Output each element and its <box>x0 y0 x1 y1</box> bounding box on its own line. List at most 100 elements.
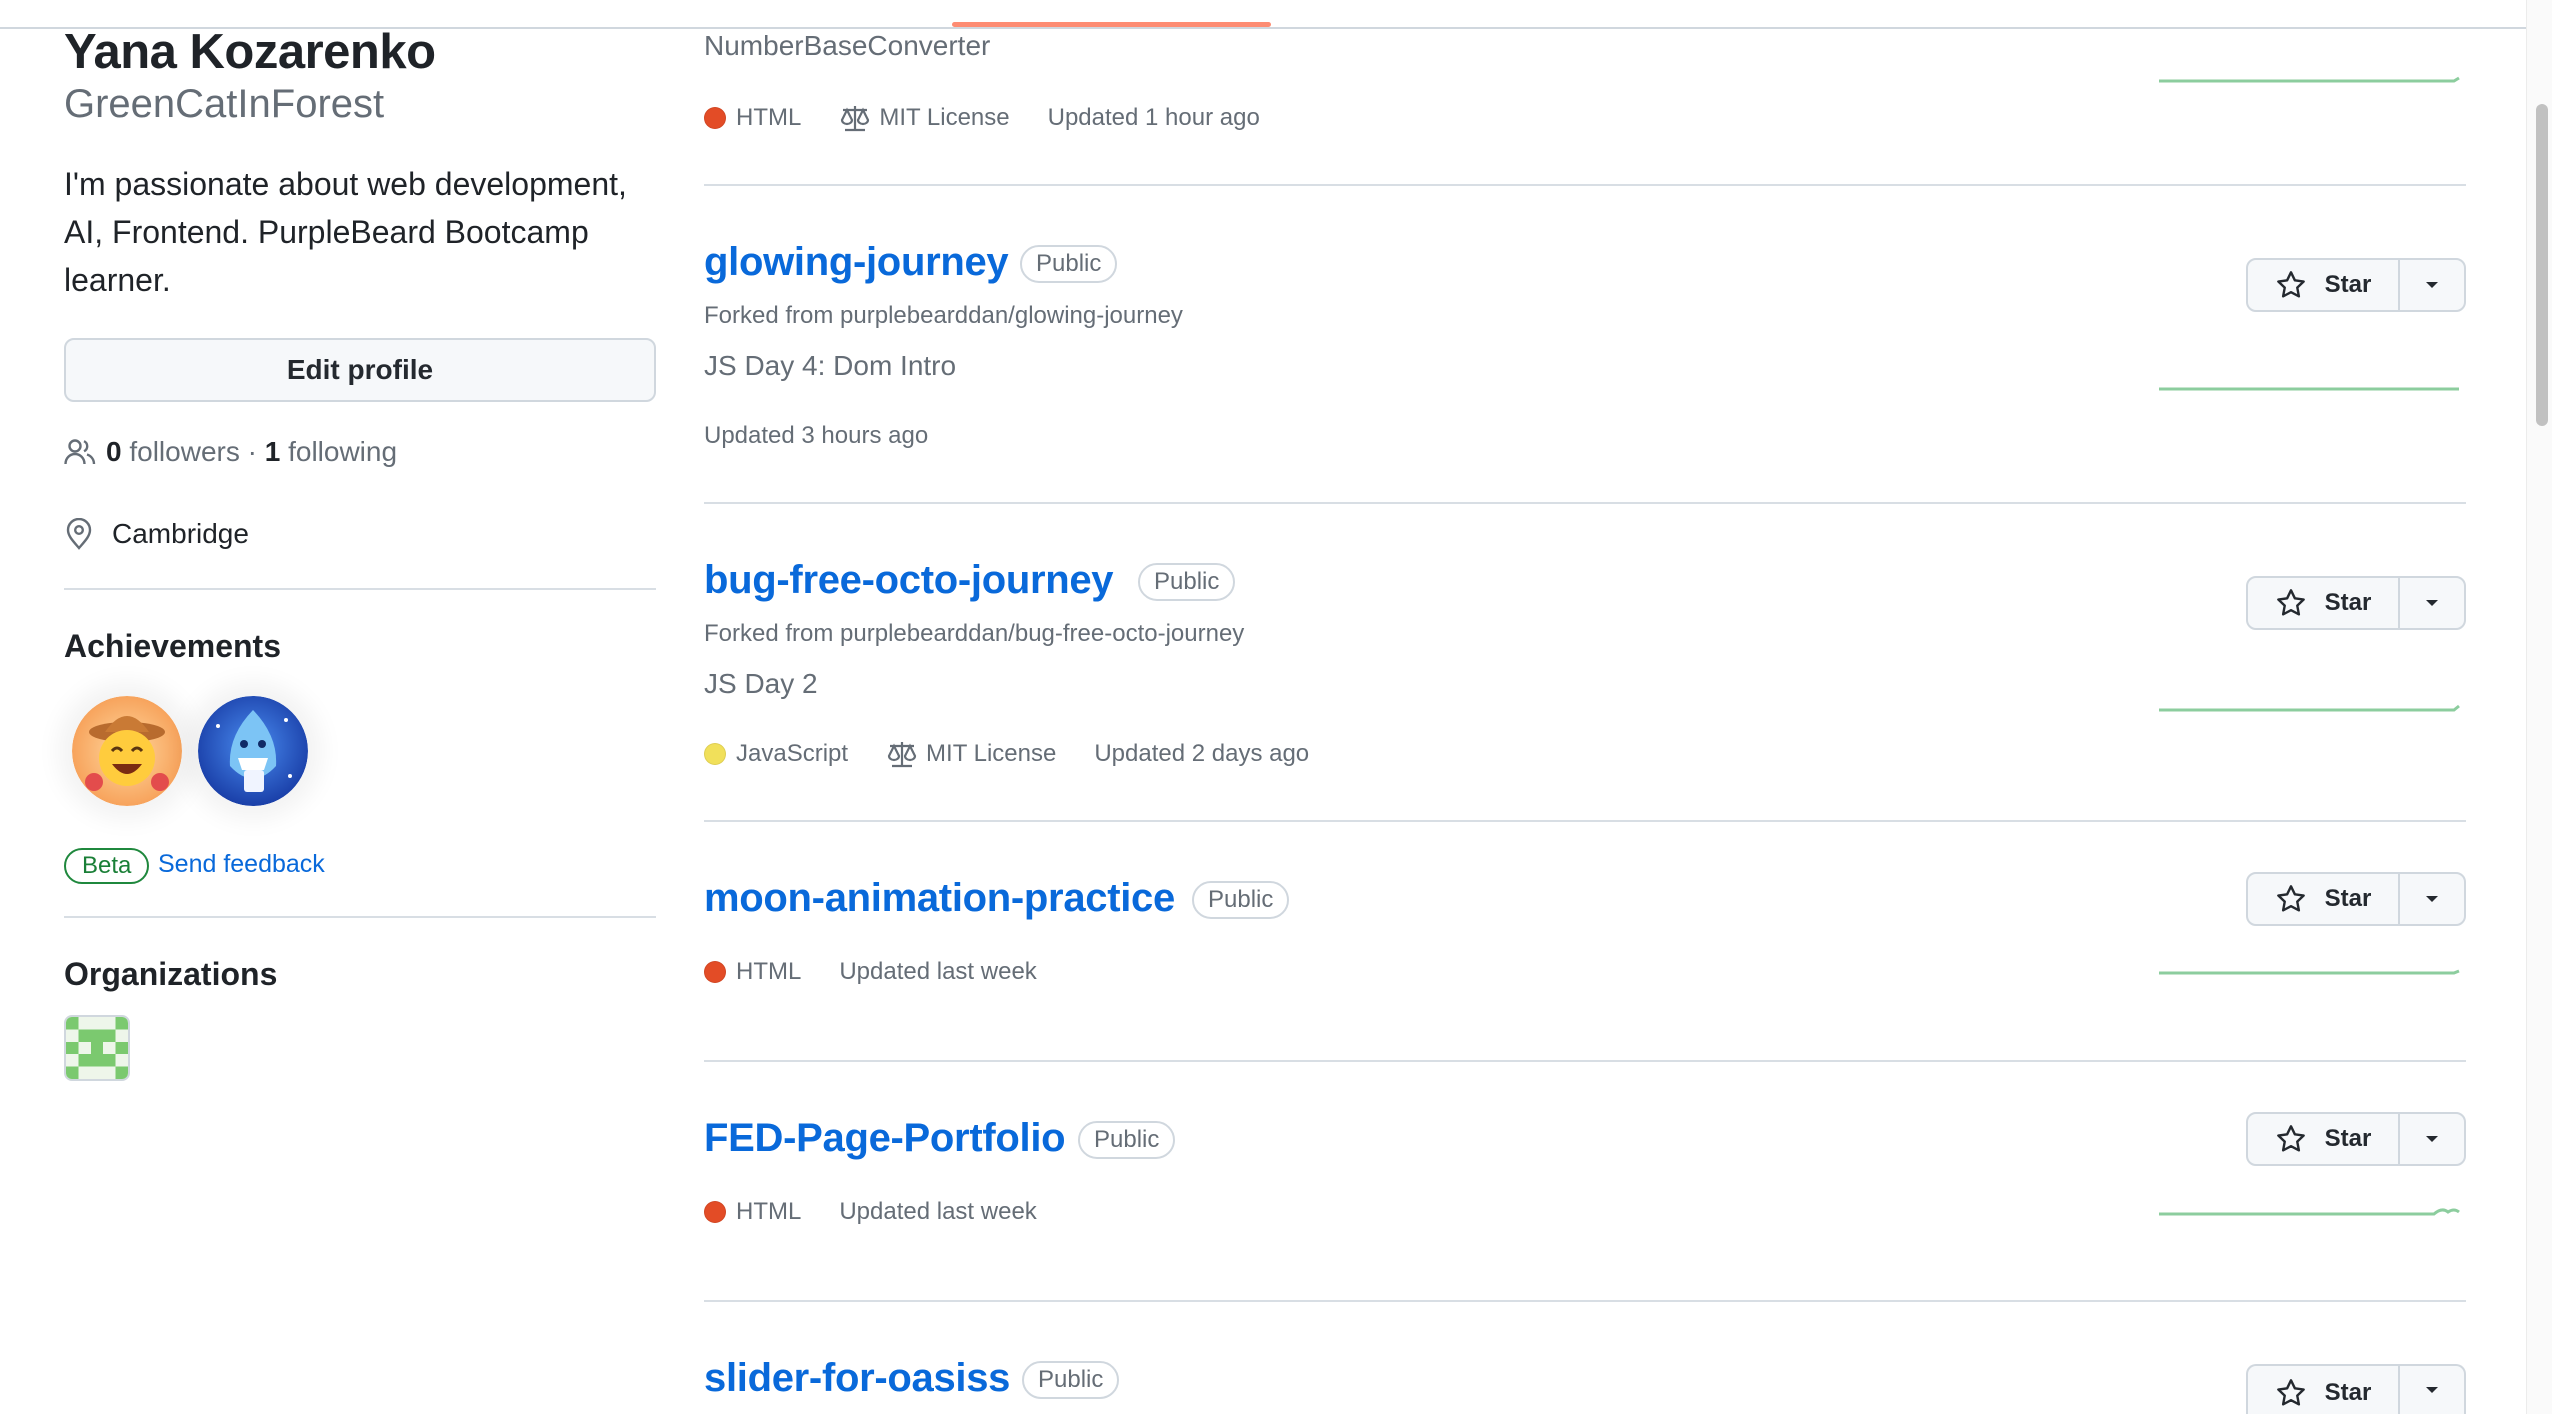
star-button[interactable]: Star <box>2248 1366 2400 1414</box>
followers-link[interactable]: 0 followers <box>106 436 240 468</box>
sidebar-divider <box>64 588 656 590</box>
repo-description: JS Day 2 <box>704 668 818 699</box>
star-label: Star <box>2324 1125 2372 1152</box>
repo-language: JavaScript <box>704 740 848 768</box>
repo-name-link[interactable]: slider-for-oasiss <box>704 1356 1010 1401</box>
star-button-group: Star <box>2246 258 2466 312</box>
star-button[interactable]: Star <box>2248 578 2400 628</box>
star-label: Star <box>2324 885 2372 912</box>
repo-separator <box>704 1300 2466 1302</box>
visibility-badge: Public <box>1138 563 1236 601</box>
repo-updated: Updated 1 hour ago <box>1047 104 1260 131</box>
profile-bio: I'm passionate about web development, AI… <box>64 166 627 298</box>
star-list-dropdown[interactable] <box>2400 1114 2464 1164</box>
visibility-badge: Public <box>1020 245 1118 283</box>
active-tab-underline <box>952 22 1271 27</box>
repo-license[interactable]: MIT License <box>839 104 1010 132</box>
profile-location: Cambridge <box>64 518 249 550</box>
star-button-group: Star <box>2246 1364 2466 1414</box>
star-button-group: Star <box>2246 872 2466 926</box>
star-icon <box>2276 885 2305 912</box>
repo-license[interactable]: MIT License <box>886 740 1056 768</box>
language-color-dot <box>704 107 726 129</box>
star-list-dropdown[interactable] <box>2400 1366 2464 1414</box>
repo-meta: JavaScript MIT License Updated 2 days ag… <box>704 740 1347 768</box>
star-list-dropdown[interactable] <box>2400 874 2464 924</box>
activity-sparkline <box>2159 1208 2460 1216</box>
repo-language: HTML <box>704 1198 801 1226</box>
activity-sparkline <box>2159 704 2460 712</box>
follow-stats: 0 followers · 1 following <box>64 436 397 468</box>
repo-name-link[interactable]: bug-free-octo-journey <box>704 558 1114 603</box>
visibility-badge: Public <box>1078 1121 1176 1159</box>
star-button-group: Star <box>2246 576 2466 630</box>
repo-separator <box>704 184 2466 186</box>
shark-achievement-badge[interactable] <box>198 696 308 806</box>
language-label: HTML <box>736 104 802 131</box>
star-icon <box>2276 271 2305 298</box>
star-label: Star <box>2324 1379 2372 1406</box>
language-color-dot <box>704 1201 726 1223</box>
chevron-down-icon <box>2426 896 2438 902</box>
scrollbar-thumb[interactable] <box>2536 104 2548 426</box>
repo-description: JS Day 4: Dom Intro <box>704 350 957 381</box>
star-list-dropdown[interactable] <box>2400 260 2464 310</box>
chevron-down-icon <box>2426 1387 2438 1393</box>
beta-badge: Beta <box>64 848 150 884</box>
repo-name-link[interactable]: glowing-journey <box>704 240 1009 285</box>
activity-sparkline <box>2159 76 2460 83</box>
star-button[interactable]: Star <box>2248 1114 2400 1164</box>
star-label: Star <box>2324 271 2372 298</box>
following-link[interactable]: 1 following <box>265 436 397 468</box>
repo-name-link[interactable]: moon-animation-practice <box>704 876 1175 921</box>
repo-separator <box>704 1060 2466 1062</box>
license-label: MIT License <box>926 740 1057 767</box>
language-label: JavaScript <box>736 740 849 767</box>
achievements-heading: Achievements <box>64 628 281 664</box>
language-color-dot <box>704 961 726 983</box>
chevron-down-icon <box>2426 282 2438 288</box>
chevron-down-icon <box>2426 600 2438 606</box>
edit-profile-button[interactable]: Edit profile <box>64 338 656 402</box>
language-label: HTML <box>736 958 802 985</box>
repo-updated: Updated last week <box>839 1198 1037 1225</box>
cowboy-achievement-badge[interactable] <box>72 696 182 806</box>
license-label: MIT License <box>879 104 1010 131</box>
language-label: HTML <box>736 1198 802 1225</box>
forked-from-text[interactable]: Forked from purplebearddan/glowing-journ… <box>704 302 1183 330</box>
star-icon <box>2276 589 2305 616</box>
repo-updated: Updated 3 hours ago <box>704 422 929 449</box>
repo-name-link[interactable]: FED-Page-Portfolio <box>704 1116 1066 1161</box>
repo-meta: HTML Updated last week <box>704 958 1075 986</box>
star-button-group: Star <box>2246 1112 2466 1166</box>
repo-updated: Updated last week <box>839 958 1037 985</box>
star-button[interactable]: Star <box>2248 874 2400 924</box>
sidebar-divider <box>64 916 656 918</box>
star-button[interactable]: Star <box>2248 260 2400 310</box>
people-icon <box>64 439 96 465</box>
repo-description: NumberBaseConverter <box>704 30 991 61</box>
profile-username: GreenCatInForest <box>64 82 385 126</box>
language-color-dot <box>704 743 726 765</box>
forked-from-text[interactable]: Forked from purplebearddan/bug-free-octo… <box>704 620 1244 648</box>
visibility-badge: Public <box>1192 881 1290 919</box>
law-scale-icon <box>841 106 870 132</box>
star-label: Star <box>2324 589 2372 616</box>
repo-meta: Updated 3 hours ago <box>704 422 966 450</box>
location-text: Cambridge <box>112 518 249 549</box>
profile-fullname: Yana Kozarenko <box>64 25 436 79</box>
star-list-dropdown[interactable] <box>2400 578 2464 628</box>
repo-separator <box>704 820 2466 822</box>
repo-language: HTML <box>704 104 801 132</box>
chevron-down-icon <box>2426 1136 2438 1142</box>
followers-count: 0 <box>106 436 122 467</box>
organization-avatar[interactable] <box>64 1015 130 1081</box>
star-icon <box>2276 1379 2305 1406</box>
repo-meta: HTML MIT License Updated 1 hour ago <box>704 104 1298 132</box>
send-feedback-link[interactable]: Send feedback <box>158 850 325 879</box>
followers-label: followers <box>129 436 240 467</box>
activity-sparkline <box>2159 387 2459 391</box>
repo-updated: Updated 2 days ago <box>1094 740 1310 767</box>
law-scale-icon <box>887 742 917 768</box>
repo-meta: HTML Updated last week <box>704 1198 1075 1226</box>
